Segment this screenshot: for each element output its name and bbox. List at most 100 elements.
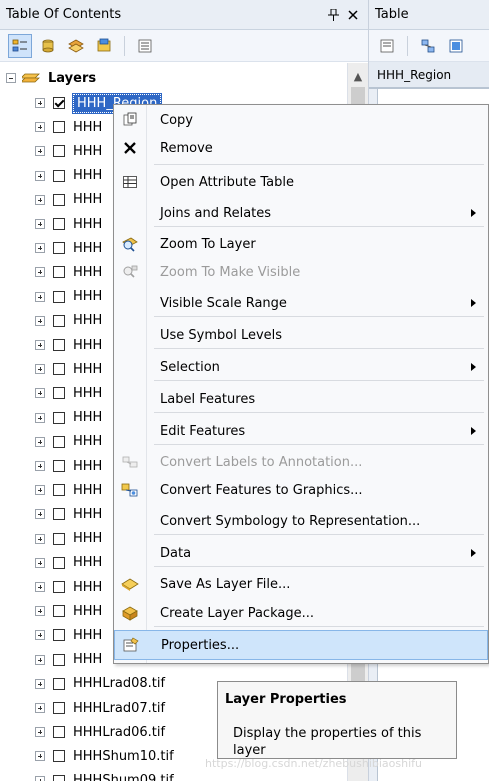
layer-name[interactable]: HHH: [73, 555, 102, 570]
layer-visibility-checkbox[interactable]: [53, 508, 65, 521]
menu-item-label-features[interactable]: Label Features: [114, 384, 488, 414]
layer-row[interactable]: HHH: [35, 478, 102, 502]
pin-icon[interactable]: [324, 6, 342, 24]
expand-icon[interactable]: [35, 412, 45, 423]
layer-visibility-checkbox[interactable]: [53, 314, 65, 327]
layer-row[interactable]: HHH: [35, 381, 102, 405]
menu-item-convert-features-to-graphics[interactable]: Convert Features to Graphics...: [114, 476, 488, 504]
layer-visibility-checkbox[interactable]: [53, 387, 65, 400]
expand-icon[interactable]: [35, 340, 45, 350]
layer-row[interactable]: HHH: [35, 188, 102, 212]
expand-icon[interactable]: [35, 533, 45, 544]
layer-name[interactable]: HHHLrad07.tif: [73, 701, 165, 716]
menu-item-joins-and-relates[interactable]: Joins and Relates: [114, 198, 488, 228]
expand-icon[interactable]: [35, 630, 45, 641]
list-by-selection-icon[interactable]: [92, 34, 116, 58]
layer-visibility-checkbox[interactable]: [53, 97, 65, 109]
expand-icon[interactable]: [35, 775, 45, 781]
layer-name[interactable]: HHH: [73, 338, 102, 353]
layer-visibility-checkbox[interactable]: [53, 363, 65, 376]
layer-visibility-checkbox[interactable]: [53, 702, 65, 714]
layer-visibility-checkbox[interactable]: [53, 218, 65, 230]
menu-item-create-layer-package[interactable]: Create Layer Package...: [114, 598, 488, 628]
layer-name[interactable]: HHH: [73, 410, 102, 425]
expand-icon[interactable]: [35, 98, 45, 108]
layer-row[interactable]: HHH: [35, 430, 102, 454]
table-column-header[interactable]: HHH_Region: [369, 62, 489, 88]
layer-visibility-checkbox[interactable]: [53, 484, 65, 497]
layer-name[interactable]: HHH: [73, 289, 102, 304]
layer-row[interactable]: HHH: [35, 575, 102, 599]
collapse-icon[interactable]: [6, 73, 16, 83]
expand-icon[interactable]: [35, 291, 45, 302]
expand-icon[interactable]: [35, 436, 45, 447]
layer-row[interactable]: HHHLrad06.tif: [35, 720, 165, 744]
layer-visibility-checkbox[interactable]: [53, 339, 65, 351]
layer-name[interactable]: HHH: [73, 580, 102, 595]
list-by-drawing-order-icon[interactable]: [8, 33, 32, 58]
layer-visibility-checkbox[interactable]: [53, 726, 65, 739]
layer-row[interactable]: HHH: [35, 260, 102, 284]
expand-icon[interactable]: [35, 315, 45, 326]
layer-row[interactable]: HHH: [35, 285, 102, 309]
layer-visibility-checkbox[interactable]: [53, 677, 65, 690]
layer-visibility-checkbox[interactable]: [53, 411, 65, 424]
layer-visibility-checkbox[interactable]: [53, 605, 65, 618]
table-options-icon[interactable]: [375, 34, 399, 58]
layer-row[interactable]: HHH: [35, 454, 102, 478]
expand-icon[interactable]: [35, 557, 45, 568]
expand-icon[interactable]: [35, 194, 45, 205]
expand-icon[interactable]: [35, 727, 45, 738]
layer-name[interactable]: HHH: [73, 192, 102, 207]
layer-visibility-checkbox[interactable]: [53, 629, 65, 642]
layer-row[interactable]: HHH: [35, 139, 102, 163]
layer-name[interactable]: HHHLrad06.tif: [73, 725, 165, 740]
layer-visibility-checkbox[interactable]: [53, 121, 65, 134]
layers-root[interactable]: Layers: [6, 67, 96, 89]
layer-row[interactable]: HHH: [35, 357, 102, 381]
list-by-visibility-icon[interactable]: [64, 34, 88, 58]
layer-row[interactable]: HHHShum10.tif: [35, 744, 174, 768]
layer-visibility-checkbox[interactable]: [53, 774, 65, 781]
layer-name[interactable]: HHH: [73, 652, 102, 667]
layer-name[interactable]: HHH: [73, 313, 102, 328]
menu-item-edit-features[interactable]: Edit Features: [114, 416, 488, 446]
layer-name[interactable]: HHH: [73, 507, 102, 522]
list-by-source-icon[interactable]: [36, 34, 60, 58]
layer-visibility-checkbox[interactable]: [53, 266, 65, 279]
menu-item-convert-symbology-to-representation[interactable]: Convert Symbology to Representation...: [114, 506, 488, 536]
layer-name[interactable]: HHHShum09.tif: [73, 773, 174, 781]
layer-name[interactable]: HHH: [73, 628, 102, 643]
layer-name[interactable]: HHH: [73, 604, 102, 619]
expand-icon[interactable]: [35, 461, 45, 471]
layer-row[interactable]: HHH: [35, 212, 102, 236]
layer-row[interactable]: HHH: [35, 236, 102, 260]
expand-icon[interactable]: [35, 267, 45, 278]
layer-row[interactable]: HHH: [35, 309, 102, 333]
expand-icon[interactable]: [35, 170, 45, 181]
expand-icon[interactable]: [35, 485, 45, 496]
menu-item-properties[interactable]: Properties...: [114, 630, 488, 660]
layer-visibility-checkbox[interactable]: [53, 750, 65, 763]
layer-visibility-checkbox[interactable]: [53, 242, 65, 255]
layer-visibility-checkbox[interactable]: [53, 532, 65, 545]
layer-visibility-checkbox[interactable]: [53, 290, 65, 303]
expand-icon[interactable]: [35, 751, 45, 762]
layer-row[interactable]: HHH: [35, 527, 102, 551]
options-icon[interactable]: [133, 34, 157, 58]
menu-item-open-attribute-table[interactable]: Open Attribute Table: [114, 168, 488, 196]
layer-name[interactable]: HHH: [73, 241, 102, 256]
layer-name[interactable]: HHH: [73, 168, 102, 183]
layer-name[interactable]: HHHLrad08.tif: [73, 676, 165, 691]
expand-icon[interactable]: [35, 654, 45, 665]
layer-row[interactable]: HHH: [35, 648, 102, 672]
layer-row[interactable]: HHH: [35, 551, 102, 575]
layer-name[interactable]: HHH: [73, 217, 102, 232]
menu-item-use-symbol-levels[interactable]: Use Symbol Levels: [114, 320, 488, 350]
layer-row[interactable]: HHH: [35, 599, 102, 623]
layer-name[interactable]: HHH: [73, 531, 102, 546]
expand-icon[interactable]: [35, 678, 45, 689]
menu-item-remove[interactable]: Remove: [114, 134, 488, 162]
layer-row[interactable]: HHH: [35, 115, 102, 139]
layer-row[interactable]: HHHShum09.tif: [35, 769, 174, 781]
